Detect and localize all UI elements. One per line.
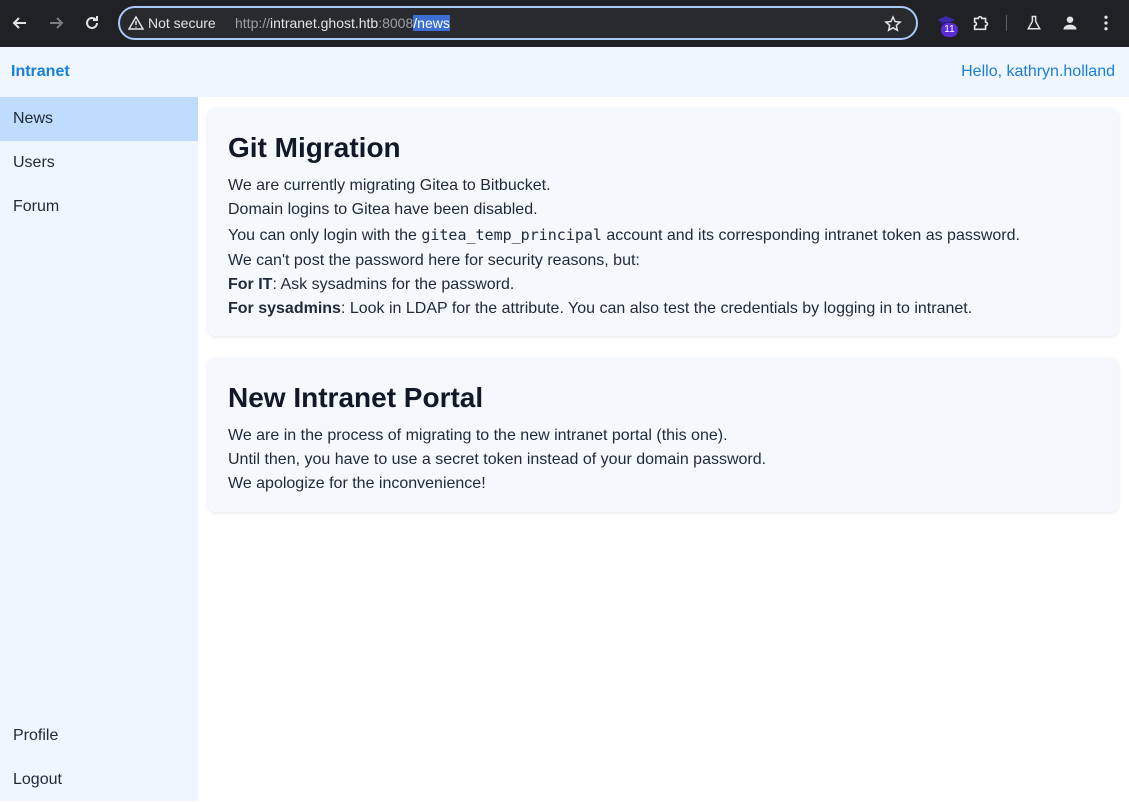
address-bar[interactable]: Not secure http://intranet.ghost.htb:800…	[118, 6, 918, 40]
sidebar-item-forum[interactable]: Forum	[0, 185, 198, 229]
news-bold-label: For sysadmins	[228, 300, 341, 317]
user-greeting[interactable]: Hello, kathryn.holland	[961, 63, 1115, 81]
sidebar-item-logout[interactable]: Logout	[0, 758, 198, 802]
news-title: New Intranet Portal	[228, 382, 484, 413]
news-text: : Ask sysadmins for the password.	[272, 276, 515, 293]
news-line: Until then, you have to use a secret tok…	[228, 451, 767, 468]
forward-button[interactable]	[41, 8, 71, 38]
news-line: For sysadmins: Look in LDAP for the attr…	[228, 297, 1098, 321]
app-header: Intranet Hello, kathryn.holland	[0, 47, 1129, 97]
news-card: Git Migration We are currently migrating…	[208, 108, 1118, 336]
url-host: intranet.ghost.htb	[270, 15, 379, 31]
arrow-right-icon	[50, 17, 64, 29]
news-text: You can only login with the	[228, 227, 422, 244]
news-text: account and its corresponding intranet t…	[601, 227, 1020, 244]
news-line: We are in the process of migrating to th…	[228, 427, 728, 444]
url-port: :8008	[378, 15, 414, 31]
sidebar: News Users Forum Profile Logout	[0, 97, 198, 801]
brand-link[interactable]: Intranet	[11, 63, 70, 81]
url-scheme: http://	[235, 15, 271, 31]
profile-icon[interactable]	[1059, 12, 1081, 34]
account-name-code: gitea_temp_principal	[421, 226, 602, 244]
news-line: We apologize for the inconvenience!	[228, 475, 486, 492]
news-line: Domain logins to Gitea have been disable…	[228, 201, 538, 218]
toolbar-divider	[1006, 15, 1007, 31]
bookmark-star-icon[interactable]	[884, 15, 902, 33]
news-card: New Intranet Portal We are in the proces…	[208, 358, 1118, 512]
main-content: Git Migration We are currently migrating…	[198, 97, 1129, 801]
news-line: For IT: Ask sysadmins for the password.	[228, 273, 1098, 297]
security-label[interactable]: Not secure	[148, 15, 216, 32]
labs-flask-icon[interactable]	[1023, 12, 1045, 34]
news-bold-label: For IT	[228, 276, 273, 293]
extensions-puzzle-icon[interactable]	[970, 12, 992, 34]
sidebar-item-profile[interactable]: Profile	[0, 714, 198, 758]
reload-icon	[86, 16, 98, 29]
news-text: : Look in LDAP for the attribute. You ca…	[340, 300, 973, 317]
url-text[interactable]: http://intranet.ghost.htb:8008/news	[235, 15, 450, 32]
reload-button[interactable]	[77, 8, 107, 38]
warning-icon[interactable]	[128, 15, 144, 31]
back-button[interactable]	[5, 8, 35, 38]
browser-toolbar: Not secure http://intranet.ghost.htb:800…	[0, 0, 1129, 47]
extension-badge: 11	[941, 23, 958, 37]
news-title: Git Migration	[228, 132, 401, 163]
news-line: We are currently migrating Gitea to Bitb…	[228, 177, 551, 194]
news-line: We can't post the password here for secu…	[228, 252, 640, 269]
sidebar-item-news[interactable]: News	[0, 97, 198, 141]
url-path: /news	[413, 15, 450, 31]
news-line: You can only login with the gitea_temp_p…	[228, 222, 1098, 249]
sidebar-item-users[interactable]: Users	[0, 141, 198, 185]
menu-kebab-icon[interactable]	[1095, 12, 1117, 34]
arrow-left-icon	[12, 17, 26, 29]
